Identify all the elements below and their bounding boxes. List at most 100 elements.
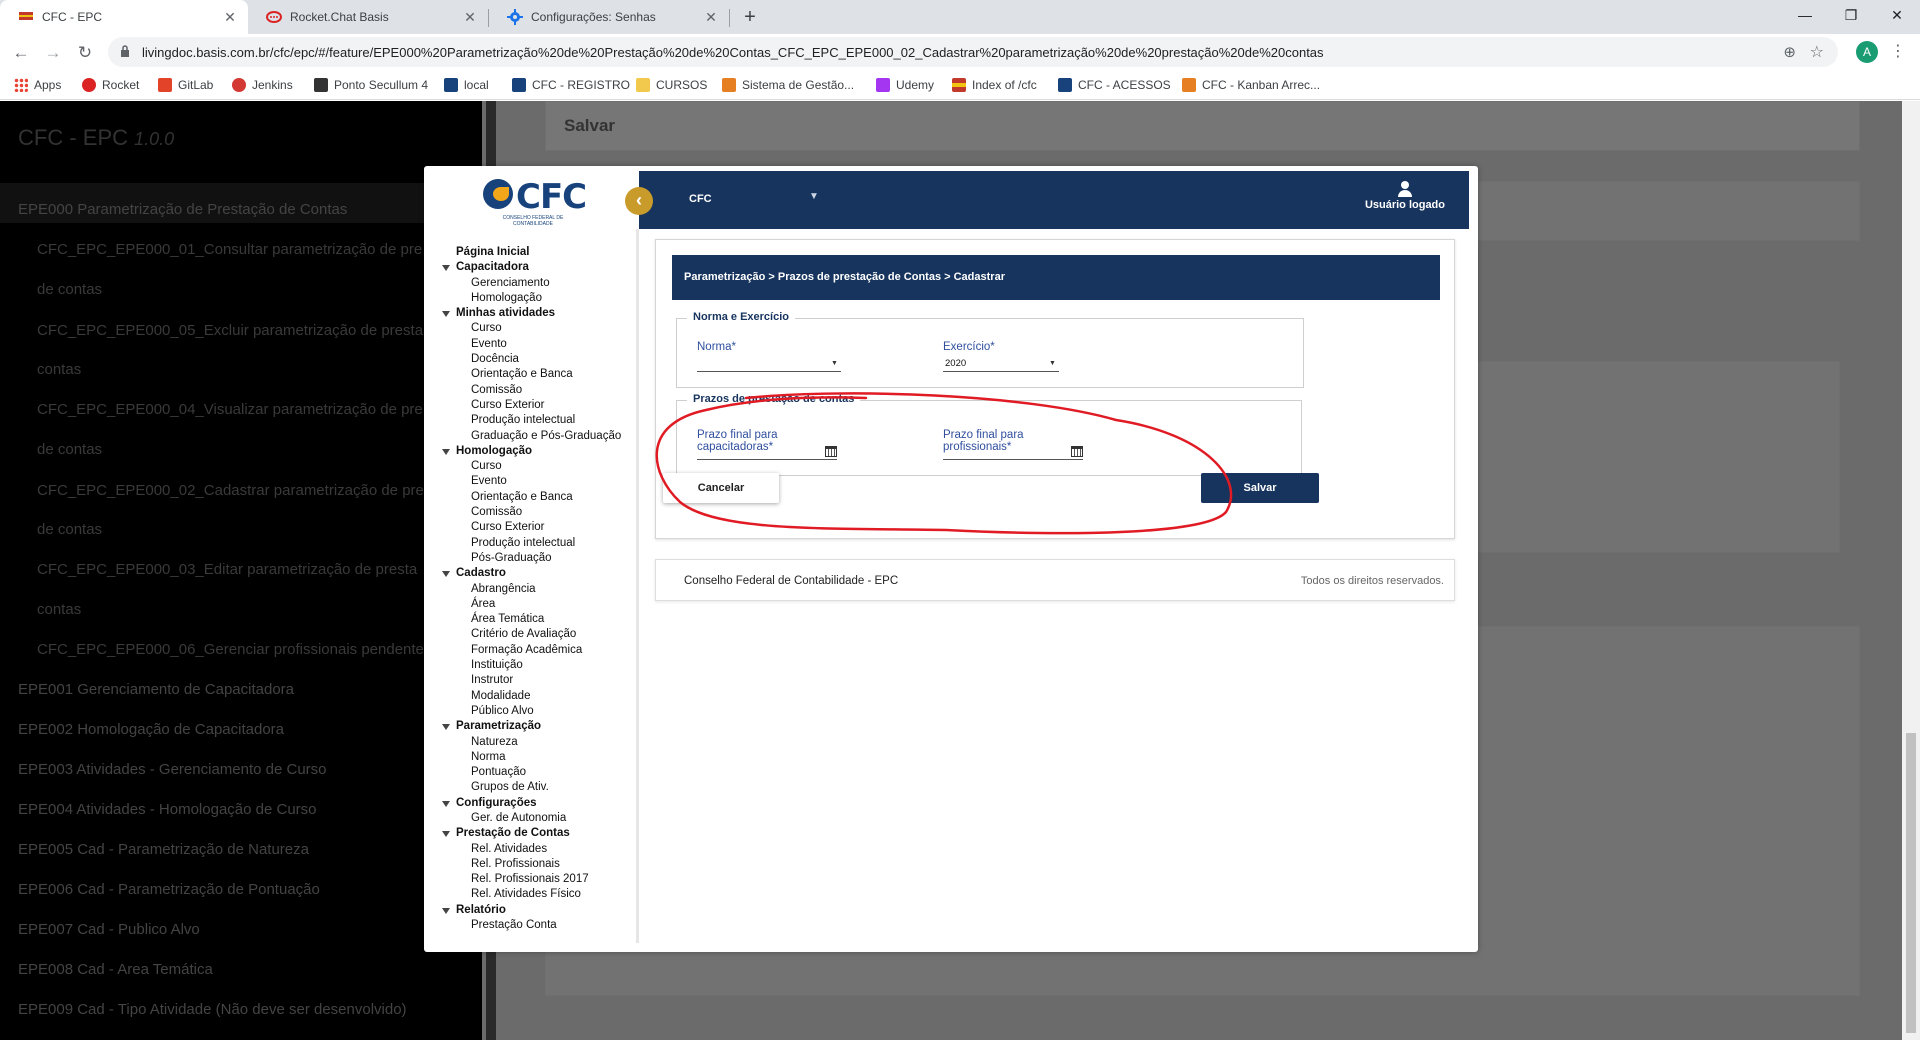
- bookmark-gitlab[interactable]: GitLab: [158, 76, 213, 94]
- sidebar-group[interactable]: Parametrização: [441, 719, 621, 734]
- bookmark-cfc-registro[interactable]: CFC - REGISTRO: [512, 76, 630, 94]
- prazo-profissionais-input[interactable]: Prazo final para profissionais*: [943, 429, 1083, 460]
- address-bar[interactable]: livingdoc.basis.com.br/cfc/epc/#/feature…: [108, 37, 1838, 67]
- caret-down-icon[interactable]: [442, 831, 450, 838]
- sidebar-item[interactable]: Ger. de Autonomia: [441, 811, 621, 826]
- user-menu[interactable]: Usuário logado: [1365, 181, 1445, 211]
- bookmark-cfc-acessos[interactable]: CFC - ACESSOS: [1058, 76, 1171, 94]
- sidebar-item[interactable]: Docência: [441, 352, 621, 367]
- sidebar-item[interactable]: Prestação Conta: [441, 918, 621, 933]
- sidebar-group[interactable]: Prestação de Contas: [441, 826, 621, 841]
- save-button[interactable]: Salvar: [1201, 473, 1319, 503]
- livingdoc-feature-link[interactable]: EPE008 Cad - Area Temática: [18, 961, 213, 978]
- page-scrollbar[interactable]: [1902, 101, 1920, 1040]
- livingdoc-feature-link[interactable]: EPE007 Cad - Publico Alvo: [18, 921, 200, 938]
- bookmark-rocket[interactable]: Rocket: [82, 76, 139, 94]
- sidebar-item[interactable]: Orientação e Banca: [441, 367, 621, 382]
- bookmark-udemy[interactable]: Udemy: [876, 76, 934, 94]
- org-select[interactable]: CFC: [689, 193, 712, 205]
- sidebar-item[interactable]: Instituição: [441, 658, 621, 673]
- sidebar-item[interactable]: Pós-Graduação: [441, 551, 621, 566]
- sidebar-item[interactable]: Graduação e Pós-Graduação: [441, 429, 621, 444]
- close-icon[interactable]: ✕: [703, 9, 719, 26]
- cfc-logo[interactable]: CFC CONSELHO FEDERAL DE CONTABILIDADE: [483, 177, 587, 227]
- sidebar-item[interactable]: Comissão: [441, 383, 621, 398]
- tab-rocket-chat[interactable]: Rocket.Chat Basis ✕: [248, 0, 488, 34]
- back-button[interactable]: ←: [10, 42, 32, 64]
- sidebar-item[interactable]: Grupos de Ativ.: [441, 780, 621, 795]
- sidebar-item[interactable]: Abrangência: [441, 582, 621, 597]
- bookmark-ponto[interactable]: Ponto Secullum 4: [314, 76, 428, 94]
- livingdoc-feature-link[interactable]: EPE006 Cad - Parametrização de Pontuação: [18, 881, 320, 898]
- sidebar-group[interactable]: Configurações: [441, 796, 621, 811]
- sidebar-item-pagina-inicial[interactable]: Página Inicial: [441, 245, 621, 260]
- caret-down-icon[interactable]: [442, 265, 450, 272]
- livingdoc-scenario-link[interactable]: de contas: [37, 441, 102, 458]
- livingdoc-scenario-link[interactable]: de contas: [37, 281, 102, 298]
- sidebar-item[interactable]: Gerenciamento: [441, 276, 621, 291]
- close-icon[interactable]: ✕: [462, 9, 478, 26]
- sidebar-item[interactable]: Curso: [441, 321, 621, 336]
- sidebar-item[interactable]: Produção intelectual: [441, 536, 621, 551]
- sidebar-group[interactable]: Minhas atividades: [441, 306, 621, 321]
- star-icon[interactable]: ☆: [1810, 42, 1824, 62]
- sidebar-item[interactable]: Comissão: [441, 505, 621, 520]
- scrollbar-thumb[interactable]: [1906, 733, 1916, 1033]
- livingdoc-scenario-link[interactable]: CFC_EPC_EPE000_04_Visualizar parametriza…: [37, 401, 423, 418]
- sidebar-item[interactable]: Produção intelectual: [441, 413, 621, 428]
- bookmark-cfc-kanban[interactable]: CFC - Kanban Arrec...: [1182, 76, 1320, 94]
- sidebar-item[interactable]: Curso Exterior: [441, 398, 621, 413]
- calendar-icon[interactable]: [825, 446, 837, 457]
- livingdoc-feature-link[interactable]: EPE009 Cad - Tipo Atividade (Não deve se…: [18, 1001, 407, 1018]
- collapse-sidebar-button[interactable]: ‹: [625, 187, 653, 215]
- livingdoc-feature-link[interactable]: EPE000 Parametrização de Prestação de Co…: [18, 201, 347, 218]
- sidebar-item[interactable]: Área Temática: [441, 612, 621, 627]
- sidebar-item[interactable]: Público Alvo: [441, 704, 621, 719]
- maximize-button[interactable]: ❐: [1828, 0, 1874, 30]
- sidebar-item[interactable]: Formação Acadêmica: [441, 643, 621, 658]
- bookmark-local[interactable]: local: [444, 76, 489, 94]
- sidebar-item[interactable]: Curso: [441, 459, 621, 474]
- zoom-icon[interactable]: ⊕: [1783, 43, 1796, 61]
- livingdoc-feature-link[interactable]: EPE003 Atividades - Gerenciamento de Cur…: [18, 761, 327, 778]
- livingdoc-scenario-link[interactable]: CFC_EPC_EPE000_01_Consultar parametrizaç…: [37, 241, 422, 258]
- livingdoc-feature-link[interactable]: EPE002 Homologação de Capacitadora: [18, 721, 284, 738]
- livingdoc-scenario-link[interactable]: CFC_EPC_EPE000_05_Excluir parametrização…: [37, 322, 423, 339]
- bookmark-jenkins[interactable]: Jenkins: [232, 76, 293, 94]
- bookmark-sistema-gestao[interactable]: Sistema de Gestão...: [722, 76, 854, 94]
- url-text[interactable]: livingdoc.basis.com.br/cfc/epc/#/feature…: [142, 45, 1324, 60]
- sidebar-item[interactable]: Norma: [441, 750, 621, 765]
- bookmark-index-cfc[interactable]: Index of /cfc: [952, 76, 1037, 94]
- sidebar-item[interactable]: Critério de Avaliação: [441, 627, 621, 642]
- menu-icon[interactable]: ⋮: [1890, 41, 1906, 63]
- caret-down-icon[interactable]: [442, 448, 450, 455]
- caret-down-icon[interactable]: [442, 800, 450, 807]
- minimize-button[interactable]: —: [1782, 0, 1828, 30]
- livingdoc-feature-link[interactable]: EPE001 Gerenciamento de Capacitadora: [18, 681, 294, 698]
- reload-button[interactable]: ↻: [74, 42, 96, 64]
- livingdoc-feature-link[interactable]: EPE004 Atividades - Homologação de Curso: [18, 801, 317, 818]
- livingdoc-scenario-link[interactable]: CFC_EPC_EPE000_06_Gerenciar profissionai…: [37, 641, 424, 658]
- caret-down-icon[interactable]: [442, 311, 450, 318]
- bookmark-apps[interactable]: Apps: [14, 76, 61, 94]
- calendar-icon[interactable]: [1071, 446, 1083, 457]
- norma-select[interactable]: Norma* ▼: [697, 341, 841, 372]
- close-window-button[interactable]: ✕: [1874, 0, 1920, 30]
- sidebar-item[interactable]: Rel. Atividades: [441, 842, 621, 857]
- sidebar-item[interactable]: Pontuação: [441, 765, 621, 780]
- exercicio-select[interactable]: Exercício* 2020 ▼: [943, 341, 1059, 372]
- sidebar-item[interactable]: Curso Exterior: [441, 520, 621, 535]
- forward-button[interactable]: →: [42, 42, 64, 64]
- livingdoc-scenario-link[interactable]: de contas: [37, 521, 102, 538]
- caret-down-icon[interactable]: [442, 571, 450, 578]
- sidebar-group[interactable]: Homologação: [441, 444, 621, 459]
- livingdoc-scenario-link[interactable]: CFC_EPC_EPE000_03_Editar parametrização …: [37, 561, 417, 578]
- profile-avatar[interactable]: A: [1856, 41, 1878, 63]
- sidebar-item[interactable]: Natureza: [441, 735, 621, 750]
- sidebar-item[interactable]: Evento: [441, 337, 621, 352]
- tab-configuracoes[interactable]: Configurações: Senhas ✕: [489, 0, 729, 34]
- bookmark-cursos[interactable]: CURSOS: [636, 76, 707, 94]
- close-icon[interactable]: ✕: [222, 9, 238, 26]
- sidebar-item[interactable]: Orientação e Banca: [441, 490, 621, 505]
- sidebar-group[interactable]: Cadastro: [441, 566, 621, 581]
